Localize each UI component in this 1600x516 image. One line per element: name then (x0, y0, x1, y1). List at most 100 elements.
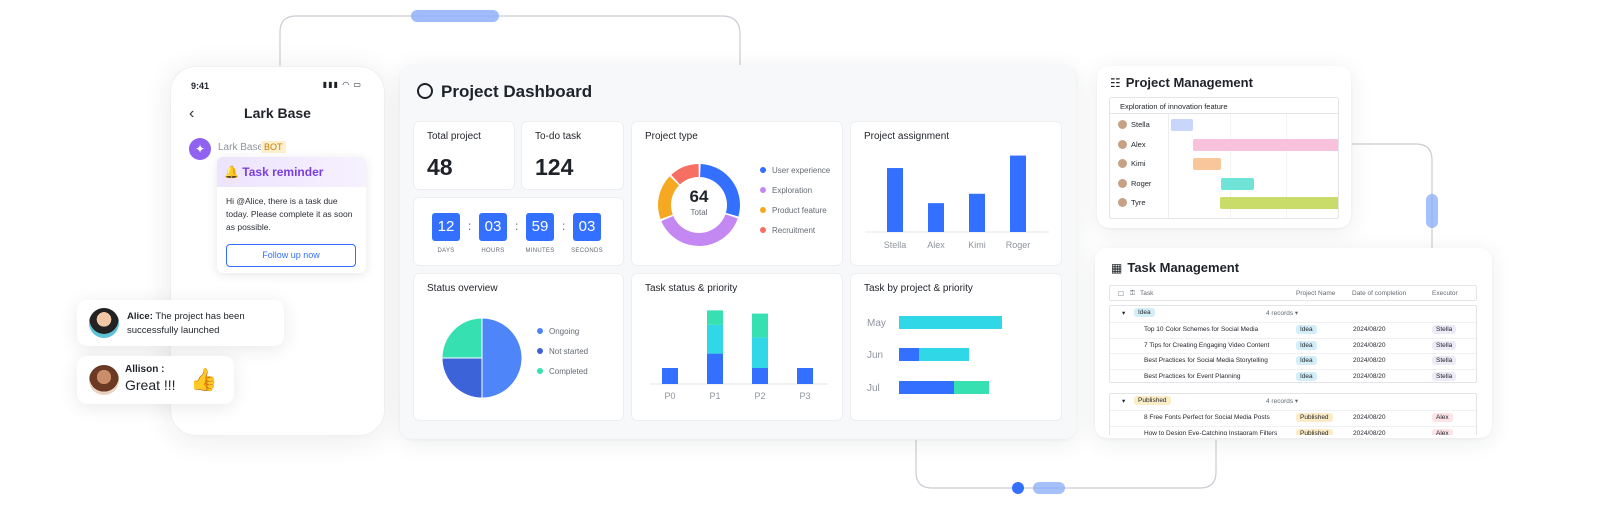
bar-segment[interactable] (954, 381, 989, 394)
project-chip: Idea (1296, 356, 1317, 365)
gantt-bar[interactable] (1193, 138, 1338, 151)
reminder-text: Hi @Alice, there is a task due today. Pl… (226, 196, 353, 232)
gantt-header: Exploration of innovation feature (1110, 98, 1338, 114)
task-status-priority-card[interactable]: Task status & priority P0 P1 P2 P3 (631, 273, 843, 421)
project-type-card[interactable]: Project type 64 Total User experience Ex… (631, 121, 843, 266)
bar-segment[interactable] (662, 368, 678, 384)
avatar (1118, 159, 1127, 168)
task-name: Best Practices for Event Planning (1144, 372, 1241, 380)
task-name: Best Practices for Social Media Storytel… (1144, 357, 1268, 364)
project-chip: Published (1296, 413, 1333, 422)
tick-label: Kimi (968, 240, 986, 250)
bar-segment[interactable] (899, 381, 954, 394)
completion-date: 2024/08/20 (1353, 429, 1386, 436)
task-by-project-card[interactable]: Task by project & priority May Jun Jul (850, 273, 1062, 421)
bar-segment[interactable] (752, 313, 768, 338)
table-row[interactable]: Top 10 Color Schemes for Social Media Ide… (1110, 322, 1476, 337)
todo-task-card[interactable]: To-do task 124 (521, 121, 624, 190)
column-header[interactable]: Task (1140, 290, 1153, 297)
countdown-days: 12 (432, 213, 460, 241)
tick-label: P3 (799, 391, 810, 401)
countdown-seconds: 03 (573, 213, 601, 241)
pie-slice[interactable] (481, 317, 523, 399)
legend-item: User experience (760, 166, 830, 175)
gantt-person: Tyre (1110, 198, 1146, 207)
bar[interactable] (1010, 155, 1026, 232)
colon: : (468, 219, 472, 233)
bar[interactable] (887, 168, 903, 232)
card-label: To-do task (535, 131, 582, 142)
card-label: Total project (427, 131, 481, 142)
table-row[interactable]: 8 Free Fonts Perfect for Social Media Po… (1110, 410, 1476, 425)
executor-chip: Alex (1432, 413, 1453, 422)
table-row[interactable]: How to Design Eye-Catching Instagram Fil… (1110, 425, 1476, 436)
total-project-card[interactable]: Total project 48 (413, 121, 515, 190)
bar-segment[interactable] (752, 337, 768, 368)
bar-segment[interactable] (899, 316, 1002, 329)
table-row[interactable]: Best Practices for Social Media Storytel… (1110, 353, 1476, 368)
gantt-bar[interactable] (1221, 177, 1254, 190)
card-title: Task Management (1127, 260, 1240, 275)
bar[interactable] (969, 193, 985, 232)
bar-segment[interactable] (707, 310, 723, 325)
thumbs-up-icon: 👍 (190, 367, 218, 392)
avatar (89, 365, 119, 395)
page-title: Project Dashboard (441, 82, 593, 101)
countdown-minutes: 59 (526, 213, 554, 241)
bar-segment[interactable] (707, 324, 723, 354)
tick-label: May (867, 318, 886, 329)
task-name: 8 Free Fonts Perfect for Social Media Po… (1144, 414, 1270, 421)
legend-dot (537, 348, 543, 354)
chevron-down-icon[interactable]: ▾ (1122, 309, 1125, 317)
gantt-bar[interactable] (1193, 158, 1221, 170)
gantt-chart[interactable]: Exploration of innovation feature Stella… (1109, 97, 1339, 219)
follow-up-button[interactable]: Follow up now (226, 244, 356, 267)
card-value: 48 (427, 154, 453, 180)
bar-segment[interactable] (919, 348, 969, 361)
table-group: ▾ Idea 4 records ▾ Top 10 Color Schemes for… (1109, 305, 1477, 383)
executor-chip: Alex (1432, 428, 1453, 435)
chevron-down-icon[interactable]: ▾ (1122, 397, 1125, 405)
chat-bubble-allison: Allison : Great !!! 👍 (77, 356, 234, 404)
table-row[interactable]: Best Practices for Event Planning Idea 202… (1110, 368, 1476, 384)
legend-item: Ongoing (537, 327, 579, 336)
donut-slice[interactable] (671, 164, 699, 185)
executor-chip: Stella (1432, 356, 1457, 365)
group-header[interactable]: ▾ Idea 4 records ▾ (1110, 306, 1476, 320)
bar[interactable] (928, 203, 944, 232)
column-header[interactable]: Project Name (1296, 290, 1335, 297)
bar-segment[interactable] (797, 368, 813, 384)
avatar (1118, 198, 1127, 207)
bar-segment[interactable] (752, 368, 768, 384)
task-name: Top 10 Color Schemes for Social Media (1144, 326, 1259, 333)
gantt-bar[interactable] (1171, 119, 1193, 131)
pie-slice[interactable] (441, 357, 483, 399)
chat-sender: Allison : (125, 364, 165, 375)
person-name: Stella (1131, 120, 1150, 129)
table-row[interactable]: 7 Tips for Creating Engaging Video Conte… (1110, 337, 1476, 353)
gantt-bar[interactable] (1220, 197, 1338, 209)
column-header[interactable]: Executor (1432, 290, 1458, 297)
bar-segment[interactable] (899, 348, 919, 361)
select-all-checkbox[interactable]: ☐ (1118, 290, 1124, 298)
person-name: Tyre (1131, 198, 1146, 207)
column-header[interactable]: Date of completion (1352, 290, 1406, 297)
avatar (89, 308, 119, 338)
donut-slice[interactable] (661, 214, 738, 246)
completion-date: 2024/08/20 (1353, 372, 1386, 380)
project-chip: Idea (1296, 340, 1317, 350)
legend-item: Exploration (760, 186, 812, 195)
pie-slice[interactable] (441, 317, 483, 359)
colon: : (562, 219, 566, 233)
bar-segment[interactable] (707, 353, 723, 384)
avatar (1118, 178, 1127, 188)
group-header[interactable]: ▾ Published 4 records ▾ (1110, 394, 1476, 408)
countdown-label: SECONDS (571, 248, 603, 254)
tick-label: P0 (664, 391, 675, 401)
status-overview-card[interactable]: Status overview Ongoing Not started Comp… (413, 273, 624, 421)
task-table: ☐ ⚿ Task Project Name Date of completion… (1109, 285, 1477, 435)
project-assignment-card[interactable]: Project assignment Stella Alex Kimi Roger (850, 121, 1062, 266)
project-dashboard: Project Dashboard Total project 48 To-do… (400, 65, 1076, 439)
chat-bubble-alice: Alice: The project has been successfully… (77, 300, 284, 346)
completion-date: 2024/08/20 (1353, 326, 1386, 333)
